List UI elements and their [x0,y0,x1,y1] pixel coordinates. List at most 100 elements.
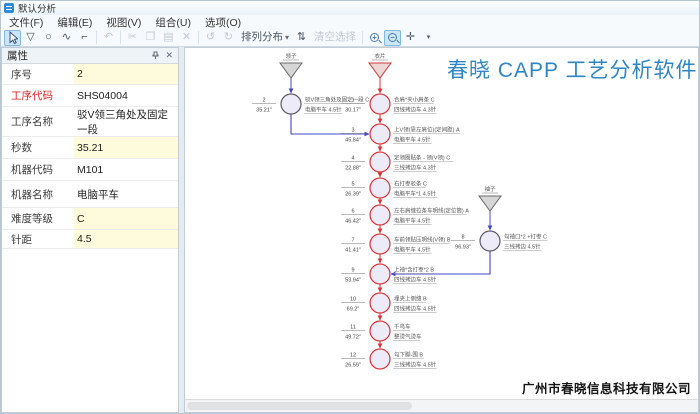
node-8-time: 96.93" [455,245,471,251]
toolbar-separator [120,31,121,44]
flow-arrowhead [378,229,383,234]
clear-selection-button[interactable]: 清空选择 [311,30,359,46]
pin-icon[interactable] [151,51,160,60]
delete-button-icon: ✕ [182,32,191,43]
connector-tool-icon: ⌐ [81,32,87,43]
property-value[interactable]: 4.5 [74,230,178,248]
delete-button[interactable]: ✕ [178,30,195,46]
process-node-4[interactable] [370,152,390,172]
process-node-7[interactable] [370,234,390,254]
flow-arrowhead [378,119,383,124]
cut-button[interactable]: ✂ [124,30,141,46]
flow-arrowhead [378,147,383,152]
node-5-seq: 5 [351,182,354,188]
copy-button[interactable]: ❐ [142,30,159,46]
process-node-5[interactable] [370,178,390,198]
node-9-operation: 上袖*含打枣*2 B [394,266,434,274]
circle-tool[interactable]: ○ [40,30,57,46]
source-collar-triangle[interactable] [280,63,302,78]
triangle-tool-icon: ▽ [26,32,34,43]
property-value[interactable]: 驳V领三角处及固定一段 [74,107,178,136]
property-row-0: 序号2 [2,64,178,85]
zoom-in-button[interactable]: + [366,30,383,46]
node-12-time: 26.59" [345,363,361,369]
flow-arrowhead [378,316,383,321]
rotate-right-button-icon: ↻ [224,32,233,43]
toolbar-separator [198,31,199,44]
pan-button[interactable]: ✛ [402,30,419,46]
menu-item-3[interactable]: 组合(U) [149,15,199,30]
process-node-1[interactable] [370,94,390,114]
menu-item-1[interactable]: 编辑(E) [51,15,100,30]
zoom-out-button[interactable]: − [384,30,401,46]
rotate-right-button[interactable]: ↻ [220,30,237,46]
property-value[interactable]: 电脑平车 [74,181,178,207]
undo-button-icon: ↶ [104,32,113,43]
property-value[interactable]: M101 [74,159,178,180]
properties-panel-header: 属性 ✕ [2,48,178,64]
app-icon [4,3,14,13]
select-tool[interactable] [4,30,21,46]
node-5-operation: 右打枣驳条 C [394,180,427,188]
connector-tool[interactable]: ⌐ [76,30,93,46]
property-value[interactable]: SHS04004 [74,85,178,106]
renumber-button[interactable]: ⇅ [293,30,310,46]
node-10-operation: 埋夹上侧缝 B [394,295,427,303]
node-2-seq: 2 [262,98,265,104]
property-value[interactable]: C [74,208,178,229]
overflow-button[interactable]: ▾ [420,30,437,46]
curve-tool[interactable]: ∿ [58,30,75,46]
node-7-operation: 车前领贴压明线(V领) B [394,236,451,244]
horizontal-scrollbar-thumb[interactable] [187,402,412,410]
process-node-3[interactable] [370,124,390,144]
flow-branch-edge [291,114,369,134]
process-node-12[interactable] [370,349,390,369]
node-8-machine: 三线拷边 4.5针 [504,243,541,251]
arrange-dropdown[interactable]: 排列分布▾ [238,30,292,46]
process-node-8[interactable] [480,231,500,251]
window-title: 默认分析 [18,1,56,15]
title-bar: 默认分析 [1,1,699,15]
paste-button[interactable]: ▤ [160,30,177,46]
flow-arrowhead [289,89,294,94]
clear-selection-button-label: 清空选择 [314,32,356,43]
properties-panel: 属性 ✕ 序号2工序代码SHS04004工序名称驳V领三角处及固定一段秒数35.… [1,47,179,413]
node-9-time: 53.94" [345,278,361,284]
process-node-11[interactable] [370,321,390,341]
renumber-button-icon: ⇅ [297,32,306,43]
property-value[interactable]: 2 [74,64,178,84]
property-value[interactable]: 35.21 [74,137,178,158]
undo-button[interactable]: ↶ [100,30,117,46]
horizontal-scrollbar[interactable] [185,399,698,412]
node-11-machine: 整烫气烫车 [394,333,422,341]
flow-arrowhead [378,259,383,264]
node-8-operation: 勾袖口*2 +打枣 C [504,233,547,241]
process-node-6[interactable] [370,205,390,225]
process-node-2[interactable] [281,94,301,114]
close-panel-icon[interactable]: ✕ [165,50,173,61]
source-sleeve-triangle[interactable] [479,196,501,211]
source-body-triangle[interactable] [369,63,391,78]
zoom-in-button-icon: + [370,33,379,42]
copy-button-icon: ❐ [146,32,156,43]
flow-arrowhead [378,288,383,293]
source-body-label: 衣片 [374,52,385,60]
node-5-machine: 电脑平车*1 4.5针 [394,190,436,198]
triangle-tool[interactable]: ▽ [22,30,39,46]
flow-arrowhead [378,344,383,349]
node-4-machine: 三线拷边车 4.3针 [394,164,437,172]
watermark-title: 春晓 CAPP 工艺分析软件 [447,59,697,82]
diagram-canvas[interactable]: 领子衣片袖子130.17"合肩*夹小肩条 C四线拷边车 4.3针235.21"驳… [184,47,699,413]
rotate-left-button[interactable]: ↺ [202,30,219,46]
node-10-time: 69.2" [347,307,360,313]
property-row-6: 难度等级C [2,208,178,230]
node-4-operation: 定领圈贴条 - 领(V领) C [394,154,450,162]
menu-item-4[interactable]: 选项(O) [199,15,249,30]
menu-item-0[interactable]: 文件(F) [3,15,51,30]
cut-button-icon: ✂ [128,32,137,43]
process-node-9[interactable] [370,264,390,284]
process-node-10[interactable] [370,293,390,313]
menu-item-2[interactable]: 视图(V) [100,15,149,30]
process-flowchart: 领子衣片袖子130.17"合肩*夹小肩条 C四线拷边车 4.3针235.21"驳… [185,48,699,392]
node-4-seq: 4 [351,156,354,162]
